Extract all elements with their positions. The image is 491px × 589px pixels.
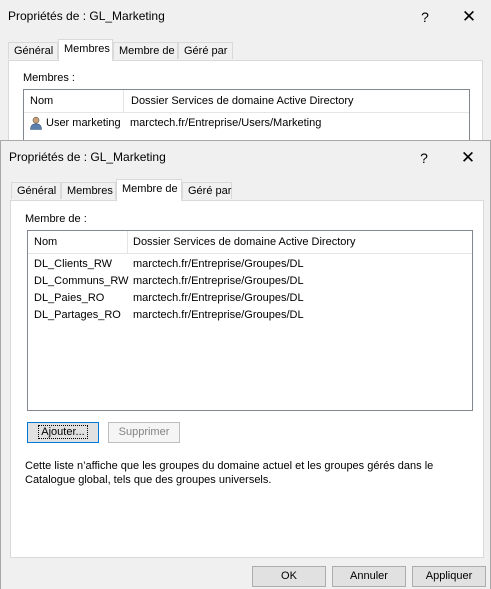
- row-folder: marctech.fr/Entreprise/Groupes/DL: [133, 275, 304, 287]
- row-folder: marctech.fr/Entreprise/Groupes/DL: [133, 258, 304, 270]
- front-properties-dialog: Propriétés de : GL_Marketing ? ✕ Général…: [0, 140, 491, 589]
- apply-button[interactable]: Appliquer: [412, 566, 486, 587]
- row-name: DL_Clients_RW: [34, 258, 113, 270]
- member-of-list-header: Nom Dossier Services de domaine Active D…: [28, 231, 472, 254]
- add-button-label: Ajouter...: [38, 425, 88, 439]
- front-tab-panel: Membre de : Nom Dossier Services de doma…: [10, 200, 484, 558]
- user-icon: [30, 116, 42, 130]
- add-button[interactable]: Ajouter...: [27, 422, 99, 443]
- back-tab-general[interactable]: Général: [8, 42, 58, 59]
- back-col-nom[interactable]: Nom: [24, 90, 119, 112]
- ok-button[interactable]: OK: [252, 566, 326, 587]
- list-row[interactable]: DL_Paies_RO marctech.fr/Entreprise/Group…: [28, 290, 472, 307]
- back-help-button[interactable]: ?: [411, 6, 439, 28]
- front-close-button[interactable]: ✕: [454, 147, 482, 169]
- back-tab-gere-par[interactable]: Géré par: [178, 42, 233, 59]
- row-name: DL_Partages_RO: [34, 309, 121, 321]
- row-folder: marctech.fr/Entreprise/Groupes/DL: [133, 292, 304, 304]
- front-tab-gere-par[interactable]: Géré par: [182, 182, 232, 199]
- list-row[interactable]: DL_Partages_RO marctech.fr/Entreprise/Gr…: [28, 307, 472, 324]
- row-name: DL_Paies_RO: [34, 292, 105, 304]
- back-row-folder: marctech.fr/Entreprise/Users/Marketing: [130, 117, 322, 129]
- front-title-bar: Propriétés de : GL_Marketing ? ✕: [1, 141, 490, 175]
- catalog-note: Cette liste n’affiche que les groupes du…: [25, 460, 434, 486]
- back-close-button[interactable]: ✕: [455, 6, 483, 28]
- front-help-button[interactable]: ?: [410, 147, 438, 169]
- remove-button-label: Supprimer: [118, 426, 170, 438]
- back-list-header: Nom Dossier Services de domaine Active D…: [24, 90, 469, 113]
- back-tab-panel: Membres : Nom Dossier Services de domain…: [8, 60, 483, 154]
- back-members-label: Membres :: [23, 72, 75, 84]
- front-tab-membres[interactable]: Membres: [61, 182, 116, 199]
- back-dialog-title: Propriétés de : GL_Marketing: [8, 9, 165, 23]
- back-tab-membre-de[interactable]: Membre de: [113, 42, 178, 59]
- member-of-label: Membre de :: [25, 213, 87, 225]
- col-nom[interactable]: Nom: [28, 231, 123, 253]
- back-title-bar: Propriétés de : GL_Marketing ? ✕: [0, 0, 491, 34]
- back-properties-dialog: Propriétés de : GL_Marketing ? ✕ Général…: [0, 0, 491, 154]
- back-row-name: User marketing: [46, 117, 121, 129]
- front-tab-membre-de[interactable]: Membre de: [116, 179, 182, 201]
- member-of-list[interactable]: Nom Dossier Services de domaine Active D…: [27, 230, 473, 411]
- cancel-button[interactable]: Annuler: [332, 566, 406, 587]
- back-list-row[interactable]: User marketing marctech.fr/Entreprise/Us…: [24, 115, 469, 132]
- remove-button[interactable]: Supprimer: [108, 422, 180, 443]
- row-name: DL_Communs_RW: [34, 275, 129, 287]
- front-tab-general[interactable]: Général: [11, 182, 61, 199]
- row-folder: marctech.fr/Entreprise/Groupes/DL: [133, 309, 304, 321]
- col-dossier[interactable]: Dossier Services de domaine Active Direc…: [127, 231, 356, 253]
- back-col-dossier[interactable]: Dossier Services de domaine Active Direc…: [125, 90, 354, 112]
- back-tab-membres[interactable]: Membres: [58, 39, 113, 61]
- list-row[interactable]: DL_Communs_RW marctech.fr/Entreprise/Gro…: [28, 273, 472, 290]
- front-dialog-title: Propriétés de : GL_Marketing: [9, 150, 166, 164]
- list-row[interactable]: DL_Clients_RW marctech.fr/Entreprise/Gro…: [28, 256, 472, 273]
- back-col-divider[interactable]: [123, 90, 124, 112]
